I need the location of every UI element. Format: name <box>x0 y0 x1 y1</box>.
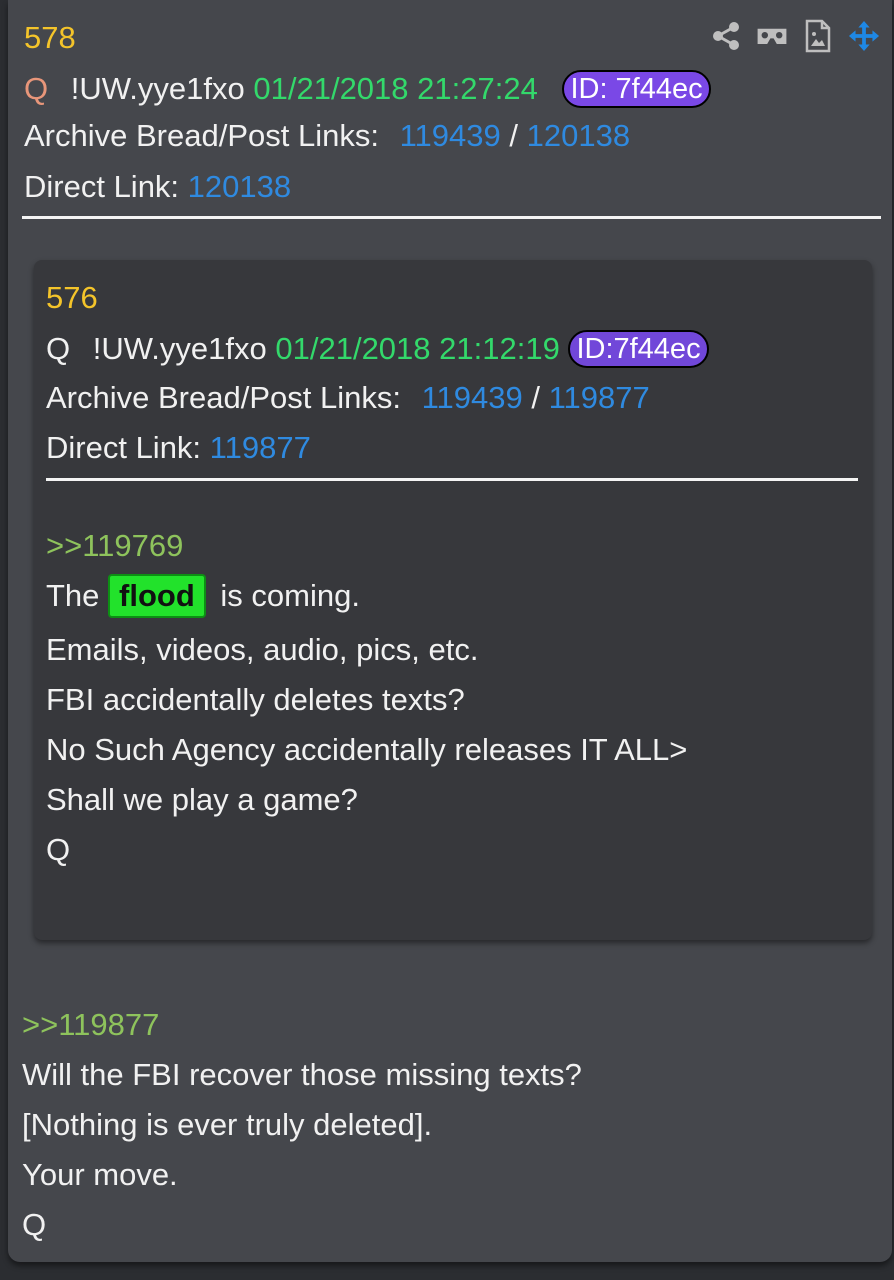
quoted-post-header: Q !UW.yye1fxo 01/21/2018 21:12:19 ID:7f4… <box>46 330 709 368</box>
direct-label: Direct Link: <box>24 169 180 204</box>
quoted-post-link[interactable]: 119877 <box>549 380 650 415</box>
direct-link-row: Direct Link: 120138 <box>24 169 291 205</box>
post-card: 578 Q !UW.yye1fxo 01/21/2018 21:27:24 ID… <box>8 0 892 1262</box>
post-number: 578 <box>24 20 76 55</box>
header-divider <box>22 216 881 219</box>
quoted-link-separator: / <box>531 380 540 415</box>
author-name: Q <box>24 71 49 106</box>
quoted-post-number: 576 <box>46 280 98 315</box>
quoted-line-text: The <box>46 578 100 613</box>
document-image-icon[interactable] <box>802 18 834 54</box>
quoted-post-datetime: 01/21/2018 21:12:19 <box>275 331 560 366</box>
quoted-poster-id-badge[interactable]: ID:7f44ec <box>568 330 709 368</box>
signature: Q <box>22 1207 47 1242</box>
body-line: Will the FBI recover those missing texts… <box>22 1057 582 1092</box>
quoted-bread-link[interactable]: 119439 <box>422 380 523 415</box>
poster-id-badge[interactable]: ID: 7f44ec <box>562 70 711 108</box>
quoted-header-divider <box>46 478 858 481</box>
quoted-tripcode: !UW.yye1fxo <box>92 331 267 366</box>
post-datetime: 01/21/2018 21:27:24 <box>253 71 538 106</box>
quoted-body-line: FBI accidentally deletes texts? <box>46 682 465 717</box>
quoted-direct-link-row: Direct Link: 119877 <box>46 430 311 466</box>
quoted-body-line: Emails, videos, audio, pics, etc. <box>46 632 479 667</box>
bread-link[interactable]: 119439 <box>400 118 501 153</box>
body-line: Your move. <box>22 1157 178 1192</box>
quoted-signature: Q <box>46 832 71 867</box>
post-toolbar <box>710 18 880 54</box>
share-icon[interactable] <box>710 18 742 54</box>
archive-links-row: Archive Bread/Post Links: 119439 / 12013… <box>24 118 630 154</box>
quoted-archive-links-row: Archive Bread/Post Links: 119439 / 11987… <box>46 380 650 416</box>
post-link[interactable]: 120138 <box>527 118 630 153</box>
archive-label: Archive Bread/Post Links: <box>24 118 379 153</box>
reply-ref[interactable]: >>119877 <box>22 1007 159 1043</box>
quoted-archive-label: Archive Bread/Post Links: <box>46 380 401 415</box>
quoted-reply-ref[interactable]: >>119769 <box>46 528 183 564</box>
body-line: [Nothing is ever truly deleted]. <box>22 1107 433 1142</box>
quoted-body-line: No Such Agency accidentally releases IT … <box>46 732 688 767</box>
link-separator: / <box>509 118 518 153</box>
tripcode: !UW.yye1fxo <box>70 71 245 106</box>
quoted-direct-link[interactable]: 119877 <box>210 430 311 465</box>
post-header: Q !UW.yye1fxo 01/21/2018 21:27:24 ID: 7f… <box>24 70 711 108</box>
quoted-body-line: Shall we play a game? <box>46 782 358 817</box>
highlight-badge: flood <box>108 574 206 618</box>
quoted-direct-label: Direct Link: <box>46 430 202 465</box>
move-icon[interactable] <box>848 18 880 54</box>
quoted-author-name: Q <box>46 331 71 366</box>
direct-link[interactable]: 120138 <box>188 169 291 204</box>
quoted-post-card: 576 Q !UW.yye1fxo 01/21/2018 21:12:19 ID… <box>34 260 872 940</box>
vr-viewer-icon[interactable] <box>756 18 788 54</box>
quoted-body-line-1: The flood is coming. <box>46 574 360 618</box>
quoted-line-text: is coming. <box>220 578 360 613</box>
